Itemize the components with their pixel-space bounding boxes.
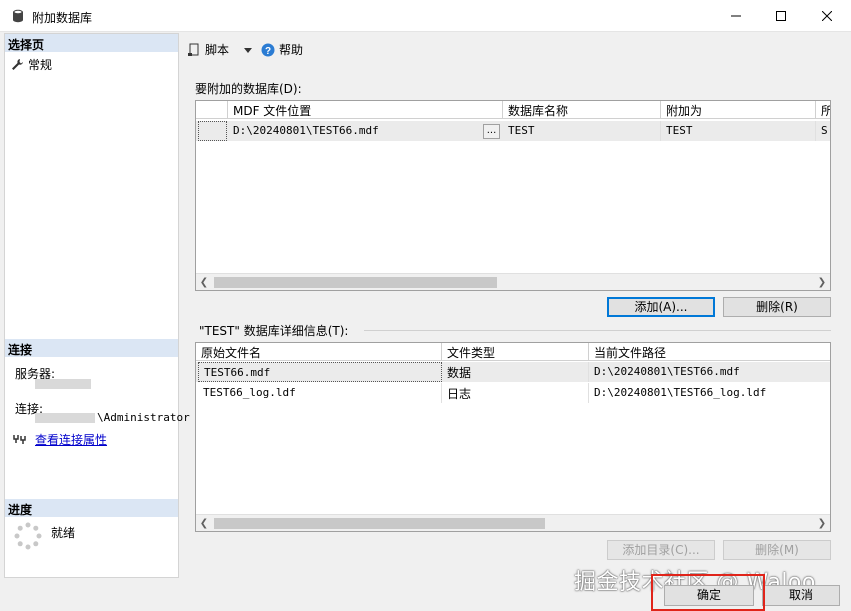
help-label: 帮助 <box>279 43 304 57</box>
file-type-cell[interactable]: 数据 <box>442 362 589 382</box>
title-bar: 附加数据库 <box>0 0 851 32</box>
column-header[interactable]: MDF 文件位置 <box>228 101 503 119</box>
scroll-right-icon[interactable]: ❯ <box>814 516 830 531</box>
scroll-left-icon[interactable]: ❮ <box>196 275 212 290</box>
progress-status: 就绪 <box>51 526 76 540</box>
maximize-icon <box>776 11 786 21</box>
group-separator <box>364 330 831 331</box>
database-details-grid[interactable]: 原始文件名 文件类型 当前文件路径 TEST66.mdf 数据 D:\20240… <box>195 342 831 532</box>
original-file-name-cell[interactable]: TEST66_log.ldf <box>198 383 442 403</box>
mdf-location-cell[interactable]: D:\20240801\TEST66.mdf <box>228 121 483 141</box>
attach-as-cell[interactable]: TEST <box>661 121 816 141</box>
toolbar: 脚本 ? 帮助 <box>187 41 303 58</box>
attach-databases-grid[interactable]: MDF 文件位置 数据库名称 附加为 所 D:\20240801\TEST66.… <box>195 100 831 291</box>
database-icon <box>13 9 23 23</box>
remove-detail-button[interactable]: 删除(M) <box>723 540 831 560</box>
nav-item-label: 常规 <box>28 58 53 72</box>
file-type-cell[interactable]: 日志 <box>442 383 589 403</box>
details-grid-hscrollbar[interactable]: ❮ ❯ <box>196 514 830 531</box>
connection-user-suffix: \Administrator <box>97 411 190 424</box>
connection-icon <box>13 435 26 444</box>
close-button[interactable] <box>804 0 850 32</box>
add-catalog-button[interactable]: 添加目录(C)... <box>607 540 715 560</box>
cancel-button[interactable]: 取消 <box>762 585 840 606</box>
window-title: 附加数据库 <box>32 11 93 25</box>
wrench-icon <box>12 59 23 70</box>
nav-item-general[interactable]: 常规 <box>11 56 52 73</box>
add-button[interactable]: 添加(A)... <box>607 297 715 317</box>
attach-grid-hscrollbar[interactable]: ❮ ❯ <box>196 273 830 290</box>
view-connection-properties-link[interactable]: 查看连接属性 <box>35 431 107 448</box>
svg-text:?: ? <box>265 46 271 57</box>
help-icon: ? <box>261 43 275 57</box>
script-icon <box>188 43 199 56</box>
progress-header: 进度 <box>5 499 178 517</box>
database-name-cell[interactable]: TEST <box>503 121 661 141</box>
minimize-icon <box>731 15 741 17</box>
left-pane: 选择页 常规 连接 服务器: 连接: \Administrator 查看连接属性… <box>4 33 190 578</box>
row-header-column <box>196 101 228 119</box>
attach-databases-label: 要附加的数据库(D): <box>195 82 302 96</box>
select-page-header: 选择页 <box>5 34 178 52</box>
column-header[interactable]: 文件类型 <box>442 343 589 361</box>
spinner-icon <box>14 522 42 550</box>
current-file-path-cell[interactable]: D:\20240801\TEST66.mdf <box>589 362 830 382</box>
help-button[interactable]: ? 帮助 <box>261 41 303 58</box>
close-icon <box>822 11 832 21</box>
owner-cell[interactable]: S <box>816 121 830 141</box>
connection-header: 连接 <box>5 339 178 357</box>
right-pane: 脚本 ? 帮助 要附加的数据库(D): MDF 文件位置 数据库名称 附加为 所… <box>179 33 851 578</box>
dropdown-icon[interactable] <box>241 45 255 55</box>
connection-user-value <box>35 413 95 423</box>
script-label: 脚本 <box>205 43 230 57</box>
server-value <box>35 379 91 389</box>
minimize-button[interactable] <box>713 0 759 32</box>
column-header[interactable]: 附加为 <box>661 101 816 119</box>
scroll-left-icon[interactable]: ❮ <box>196 516 212 531</box>
browse-button[interactable]: ... <box>483 124 500 139</box>
column-header[interactable]: 所 <box>816 101 830 119</box>
scroll-right-icon[interactable]: ❯ <box>814 275 830 290</box>
column-header[interactable]: 原始文件名 <box>196 343 442 361</box>
scrollbar-thumb[interactable] <box>214 277 497 288</box>
column-header[interactable]: 数据库名称 <box>503 101 661 119</box>
current-file-path-cell[interactable]: D:\20240801\TEST66_log.ldf <box>589 383 830 403</box>
remove-button[interactable]: 删除(R) <box>723 297 831 317</box>
row-selector[interactable] <box>198 121 227 141</box>
script-button[interactable]: 脚本 <box>187 41 229 58</box>
scrollbar-thumb[interactable] <box>214 518 545 529</box>
original-file-name-cell[interactable]: TEST66.mdf <box>198 362 442 382</box>
database-details-label: "TEST" 数据库详细信息(T): <box>199 324 349 338</box>
ok-button-highlight <box>651 574 765 611</box>
maximize-button[interactable] <box>758 0 804 32</box>
column-header[interactable]: 当前文件路径 <box>589 343 830 361</box>
